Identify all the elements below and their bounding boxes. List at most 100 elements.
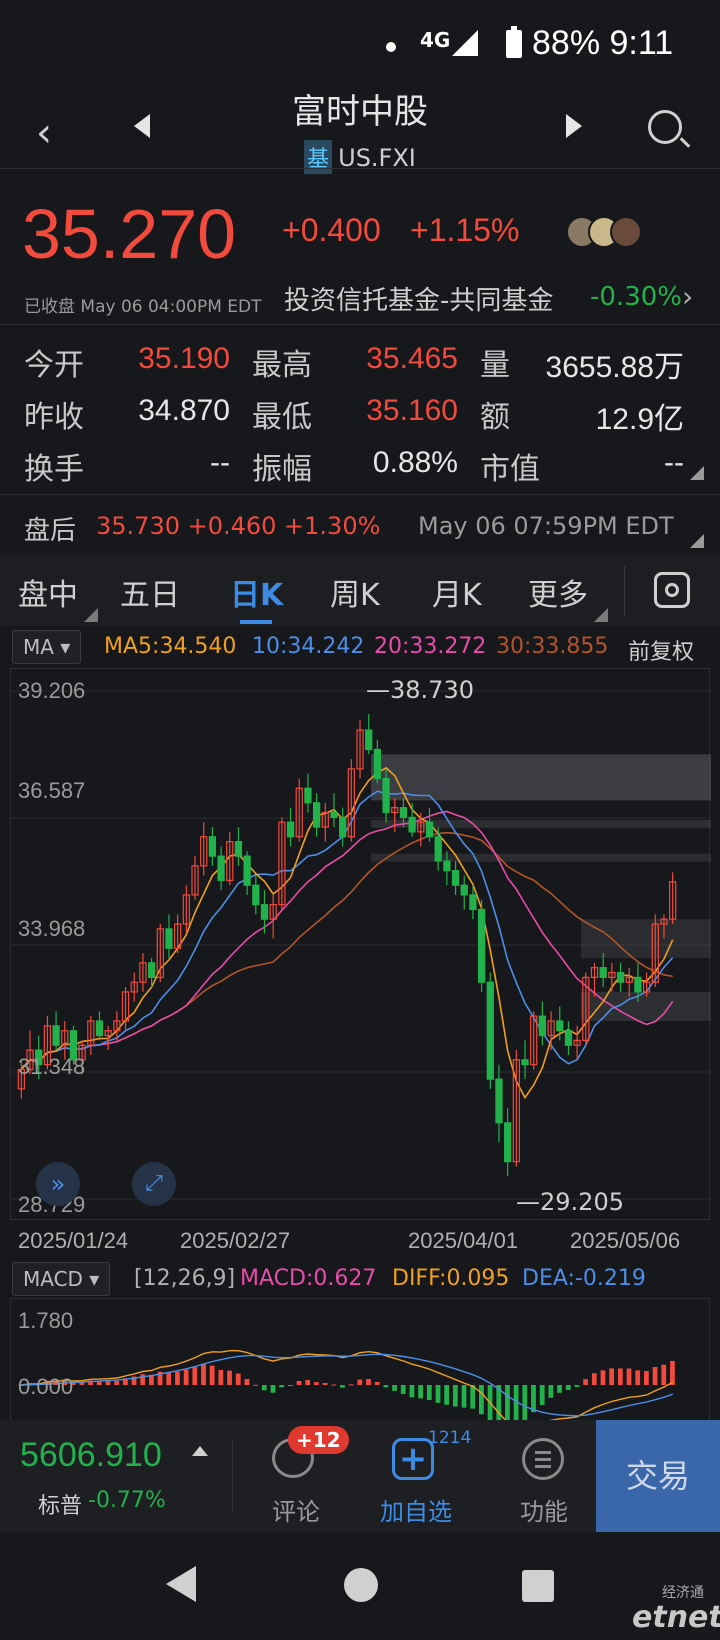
after-hours-time: May 06 07:59PM EDT — [418, 512, 674, 540]
expand-left-icon[interactable]: » — [36, 1162, 80, 1206]
candle-body — [399, 807, 408, 818]
candle-body — [252, 884, 260, 906]
tab-monthly-k[interactable]: 月K — [432, 570, 482, 614]
candle-body — [365, 729, 373, 751]
function-label[interactable]: 功能 — [520, 1492, 568, 1527]
high-marker: —38.730 — [366, 676, 474, 704]
battery-icon — [506, 26, 522, 58]
macd-bar — [617, 1368, 623, 1385]
open-value: 35.190 — [138, 342, 230, 375]
tab-daily-k[interactable]: 日K — [230, 570, 283, 614]
candle-body — [425, 821, 434, 838]
macd-bar — [314, 1382, 319, 1385]
amount-value: 12.9亿 — [595, 403, 684, 436]
macd-bar — [661, 1364, 667, 1385]
candle-body — [443, 860, 451, 872]
candlestick-chart[interactable] — [10, 668, 711, 1220]
candle-body — [521, 1059, 529, 1066]
macd-y-tick: 1.780 — [18, 1308, 74, 1333]
ma20-value: 20:33.272 — [374, 634, 487, 659]
macd-bar — [218, 1369, 224, 1385]
ma-selector-label: MA — [23, 635, 54, 659]
index-change: -0.77% — [88, 1488, 166, 1513]
x-tick: 2025/02/27 — [180, 1228, 291, 1253]
tab-intraday[interactable]: 盘中 — [18, 570, 78, 614]
macd-bar — [235, 1373, 241, 1385]
macd-bar — [244, 1378, 250, 1385]
macd-bar — [114, 1380, 120, 1385]
nav-recents-icon[interactable] — [522, 1570, 554, 1602]
low-marker-value: 29.205 — [540, 1188, 624, 1216]
candle-body — [373, 748, 382, 780]
macd-bar — [279, 1385, 285, 1388]
index-value[interactable]: 5606.910 — [20, 1436, 162, 1475]
holder-avatars[interactable] — [566, 216, 650, 250]
active-tab-indicator — [240, 620, 272, 624]
candle-body — [208, 836, 217, 857]
tab-corner-icon — [84, 608, 98, 622]
avatar — [610, 216, 642, 248]
network-type: 4G — [420, 28, 451, 52]
macd-value: MACD:0.627 — [240, 1266, 377, 1291]
macd-bar — [348, 1384, 354, 1386]
high-label: 最高 — [252, 348, 312, 383]
function-icon[interactable] — [522, 1438, 564, 1480]
ma-selector[interactable]: MA ▾ — [12, 630, 82, 664]
search-icon[interactable] — [648, 110, 682, 144]
macd-chart[interactable] — [10, 1298, 710, 1420]
turnover-value: -- — [210, 446, 230, 479]
index-name: 标普 — [38, 1494, 83, 1519]
macd-bar — [426, 1385, 432, 1401]
candle-body — [312, 802, 321, 828]
chart-settings-icon[interactable] — [654, 572, 690, 608]
trade-button[interactable]: 交易 — [596, 1420, 720, 1532]
ma5-value: MA5:34.540 — [104, 634, 237, 659]
tab-weekly-k[interactable]: 周K — [330, 570, 380, 614]
divider — [232, 1440, 233, 1512]
nav-home-icon[interactable] — [344, 1568, 378, 1602]
candlestick-svg — [11, 690, 711, 1200]
low-label: 最低 — [252, 400, 312, 435]
sector-link[interactable]: 投资信托基金-共同基金 — [284, 280, 553, 317]
tab-five-day[interactable]: 五日 — [120, 570, 180, 614]
expand-corner-icon[interactable] — [690, 466, 704, 480]
after-hours-value: 35.730 +0.460 +1.30% — [96, 512, 381, 540]
macd-bar — [105, 1381, 111, 1385]
macd-bar — [270, 1385, 276, 1393]
prev-close-label: 昨收 — [24, 400, 84, 435]
open-label: 今开 — [24, 348, 84, 383]
fullscreen-icon[interactable]: ⤢ — [132, 1162, 176, 1206]
candle-body — [52, 1025, 60, 1046]
candle-body — [538, 1015, 547, 1037]
tab-more[interactable]: 更多 — [528, 570, 588, 614]
comment-label[interactable]: 评论 — [272, 1492, 320, 1527]
candle-body — [469, 894, 477, 911]
candle-body — [408, 816, 416, 833]
candle-body — [286, 821, 295, 838]
page-title: 富时中股 — [292, 92, 428, 132]
price-change-pct: +1.15% — [410, 212, 520, 248]
y-tick: 31.348 — [18, 1054, 86, 1079]
macd-bar — [296, 1380, 302, 1385]
macd-bar — [383, 1385, 389, 1388]
macd-selector[interactable]: MACD ▾ — [12, 1262, 111, 1296]
macd-bar — [583, 1379, 588, 1385]
chevron-right-icon[interactable]: › — [682, 280, 693, 313]
nav-back-icon[interactable] — [166, 1566, 196, 1602]
caret-up-icon[interactable] — [192, 1446, 208, 1456]
watch-label[interactable]: 加自选 — [380, 1492, 452, 1527]
adjust-selector[interactable]: 前复权 — [628, 634, 694, 666]
price-change: +0.400 — [282, 212, 381, 248]
next-stock-icon[interactable] — [566, 114, 582, 138]
high-value: 35.465 — [366, 342, 458, 375]
low-marker: —29.205 — [516, 1188, 624, 1216]
price-band — [581, 991, 711, 1022]
macd-bar — [183, 1369, 189, 1385]
macd-bar — [409, 1385, 415, 1398]
candle-body — [147, 962, 156, 978]
amplitude-value: 0.88% — [372, 446, 458, 479]
x-tick: 2025/04/01 — [408, 1228, 519, 1253]
volume-label: 量 — [480, 348, 510, 383]
expand-corner-icon[interactable] — [690, 534, 704, 548]
x-tick: 2025/01/24 — [18, 1228, 129, 1253]
